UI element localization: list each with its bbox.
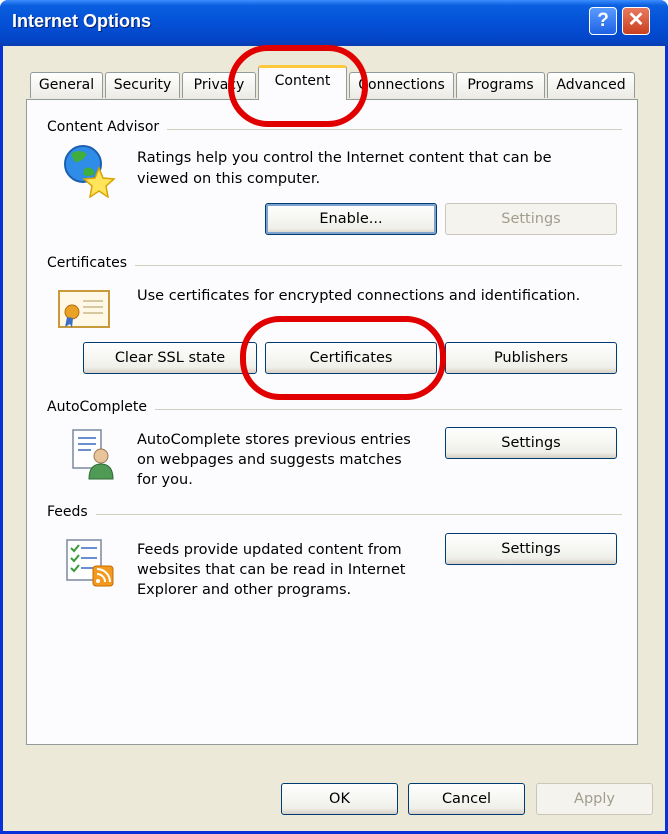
autocomplete-text-2: on webpages and suggests matches: [137, 452, 402, 468]
content-advisor-text-2: viewed on this computer.: [137, 171, 321, 187]
internet-options-window: Internet Options ? ✕ General Security Pr…: [0, 0, 668, 834]
feed-list-icon: [66, 539, 114, 587]
feeds-heading: Feeds: [47, 504, 96, 520]
feeds-text-3: Explorer and other programs.: [137, 582, 352, 598]
globe-star-icon: [64, 145, 116, 198]
tab-privacy[interactable]: Privacy: [182, 72, 256, 98]
title-bar[interactable]: Internet Options ? ✕: [0, 0, 668, 46]
autocomplete-settings-button[interactable]: Settings: [445, 427, 617, 459]
help-button[interactable]: ?: [589, 7, 617, 35]
content-tab-panel: Content Advisor Ratings help you control…: [26, 99, 638, 745]
user-form-icon: [72, 429, 114, 480]
feeds-text-2: websites that can be read in Internet: [137, 562, 406, 578]
cancel-button[interactable]: Cancel: [408, 783, 525, 815]
divider: [47, 514, 622, 515]
tab-content[interactable]: Content: [258, 65, 347, 100]
content-advisor-heading: Content Advisor: [47, 119, 168, 135]
tab-connections[interactable]: Connections: [349, 72, 454, 98]
autocomplete-text-1: AutoComplete stores previous entries: [137, 432, 411, 448]
tab-strip: General Security Privacy Content Connect…: [3, 62, 668, 100]
tab-advanced[interactable]: Advanced: [547, 72, 635, 98]
certificate-icon: [58, 290, 110, 328]
certificates-text: Use certificates for encrypted connectio…: [137, 288, 581, 304]
enable-button[interactable]: Enable...: [265, 203, 437, 235]
tab-security[interactable]: Security: [105, 72, 180, 98]
certificates-button[interactable]: Certificates: [265, 342, 437, 374]
autocomplete-heading: AutoComplete: [47, 399, 155, 415]
autocomplete-text-3: for you.: [137, 472, 193, 488]
window-title: Internet Options: [12, 11, 151, 31]
ok-button[interactable]: OK: [281, 783, 398, 815]
content-advisor-text-1: Ratings help you control the Internet co…: [137, 150, 552, 166]
tab-programs[interactable]: Programs: [456, 72, 545, 98]
publishers-button[interactable]: Publishers: [445, 342, 617, 374]
feeds-settings-button[interactable]: Settings: [445, 533, 617, 565]
content-advisor-settings-button[interactable]: Settings: [445, 203, 617, 235]
apply-button[interactable]: Apply: [536, 783, 653, 815]
certificates-heading: Certificates: [47, 255, 136, 271]
feeds-text-1: Feeds provide updated content from: [137, 542, 402, 558]
tab-general[interactable]: General: [30, 72, 103, 98]
clear-ssl-state-button[interactable]: Clear SSL state: [83, 342, 257, 374]
close-button[interactable]: ✕: [622, 7, 650, 35]
